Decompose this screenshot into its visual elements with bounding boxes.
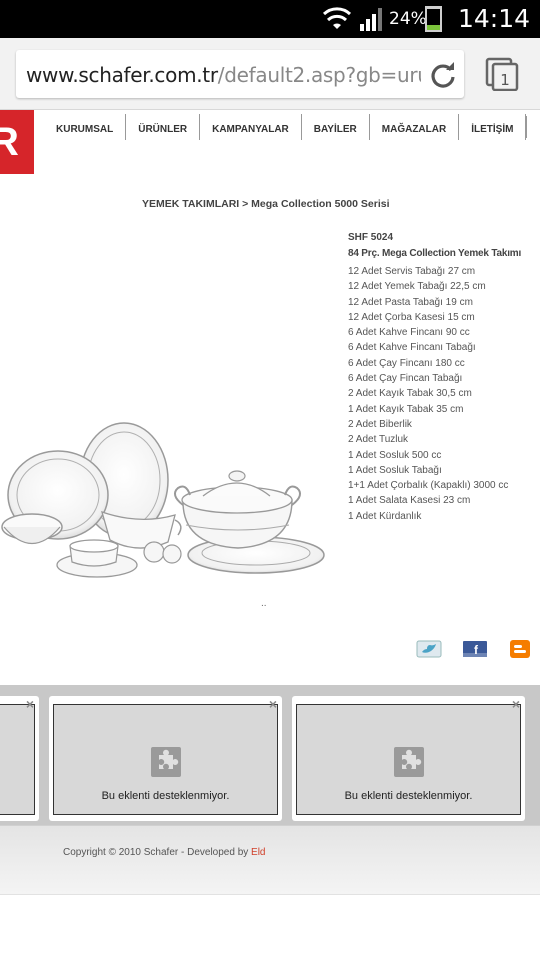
nav-bayiler[interactable]: BAYİLER	[302, 114, 370, 140]
copyright-text: Copyright © 2010 Schafer - Developed by	[63, 847, 249, 858]
product-info: SHF 5024 84 Prç. Mega Collection Yemek T…	[348, 232, 538, 524]
main-nav: KURUMSAL ÜRÜNLER KAMPANYALAR BAYİLER MAĞ…	[44, 114, 528, 140]
plugin-placeholder: Bu eklenti desteklenmiyor. ×	[49, 696, 282, 821]
plugin-frame: Bu eklenti desteklenmiyor.	[296, 704, 521, 815]
wifi-icon	[322, 7, 352, 29]
list-item: 6 Adet Çay Fincanı 180 cc	[348, 357, 465, 369]
list-item: 1 Adet Sosluk Tabağı	[348, 464, 442, 476]
list-item: 6 Adet Kahve Fincanı 90 cc	[348, 327, 470, 339]
plugin-message: Bu eklenti desteklenmiyor.	[101, 790, 230, 802]
battery-percent: 24%	[389, 9, 427, 29]
list-item: 6 Adet Kahve Fincanı Tabağı	[348, 342, 476, 354]
nav-kampanyalar[interactable]: KAMPANYALAR	[200, 114, 302, 140]
list-item: 12 Adet Servis Tabağı 27 cm	[348, 266, 476, 277]
battery-level-fill	[427, 24, 440, 30]
product-name: 84 Prç. Mega Collection Yemek Takımı	[348, 248, 522, 259]
pager-dots: ..	[261, 598, 267, 609]
list-item: 2 Adet Biberlik	[348, 418, 412, 430]
copyright: Copyright © 2010 Schafer - Developed by …	[63, 847, 265, 858]
tab-count: 1	[500, 71, 510, 89]
list-item: 2 Adet Tuzluk	[348, 434, 409, 446]
twitter-icon[interactable]	[416, 640, 442, 658]
plugin-frame: Bu eklenti desteklenmiyor.	[53, 704, 278, 815]
close-icon[interactable]: ×	[26, 696, 34, 712]
facebook-icon[interactable]: f	[462, 640, 488, 658]
list-item: 1 Adet Kürdanlık	[348, 510, 422, 522]
url-host: www.schafer.com.tr	[26, 63, 218, 87]
status-bar: 24% 14:14	[0, 0, 540, 38]
address-bar[interactable]: www.schafer.com.tr/default2.asp?gb=uru	[16, 50, 464, 98]
list-item: 1 Adet Sosluk 500 cc	[348, 449, 442, 461]
web-page: R KURUMSAL ÜRÜNLER KAMPANYALAR BAYİLER M…	[0, 110, 540, 960]
nav-urunler[interactable]: ÜRÜNLER	[126, 114, 201, 140]
product-code: SHF 5024	[348, 232, 394, 243]
list-item: 12 Adet Pasta Tabağı 19 cm	[348, 296, 473, 308]
plugin-message: Bu eklenti desteklenmiyor.	[344, 790, 473, 802]
nav-iletisim[interactable]: İLETİŞİM	[459, 114, 527, 140]
developer-link[interactable]: Eld	[251, 847, 265, 858]
blogger-icon[interactable]	[508, 640, 534, 658]
list-item: 12 Adet Yemek Tabağı 22,5 cm	[348, 281, 486, 293]
product-item-list: 12 Adet Servis Tabağı 27 cm 12 Adet Yeme…	[348, 264, 538, 524]
tabs-icon[interactable]: 1	[485, 57, 519, 91]
nav-kurumsal[interactable]: KURUMSAL	[44, 114, 127, 140]
close-icon[interactable]: ×	[269, 696, 277, 712]
list-item: 1+1 Adet Çorbalık (Kapaklı) 3000 cc	[348, 480, 509, 492]
signal-icon	[360, 8, 382, 31]
battery-icon	[425, 6, 442, 32]
plugin-placeholder: Bu eklenti desteklenmiyor. ×	[292, 696, 525, 821]
list-item: 2 Adet Kayık Tabak 30,5 cm	[348, 388, 472, 400]
plugin-placeholder: ×	[0, 696, 39, 821]
list-item: 6 Adet Çay Fincan Tabağı	[348, 373, 463, 385]
puzzle-icon	[150, 747, 181, 777]
url-text[interactable]: www.schafer.com.tr/default2.asp?gb=uru	[26, 63, 421, 87]
puzzle-icon	[393, 747, 424, 777]
product-image[interactable]	[0, 330, 330, 590]
logo-letter: R	[0, 120, 19, 164]
site-logo[interactable]: R	[0, 110, 34, 174]
browser-toolbar: www.schafer.com.tr/default2.asp?gb=uru 1	[0, 38, 540, 110]
close-icon[interactable]: ×	[512, 696, 520, 712]
footer: Copyright © 2010 Schafer - Developed by …	[0, 825, 540, 895]
list-item: 1 Adet Salata Kasesi 23 cm	[348, 495, 471, 507]
clock: 14:14	[458, 4, 531, 33]
nav-divider	[526, 116, 528, 138]
breadcrumb: YEMEK TAKIMLARI > Mega Collection 5000 S…	[142, 198, 390, 210]
reload-icon[interactable]	[429, 61, 457, 89]
url-path: /default2.asp?gb=uru	[217, 63, 421, 87]
list-item: 1 Adet Kayık Tabak 35 cm	[348, 403, 464, 415]
plugin-strip: × Bu eklenti desteklenmiyor. × Bu eklent…	[0, 685, 540, 825]
list-item: 12 Adet Çorba Kasesi 15 cm	[348, 311, 475, 323]
plugin-frame	[0, 704, 35, 815]
nav-magazalar[interactable]: MAĞAZALAR	[370, 114, 460, 140]
